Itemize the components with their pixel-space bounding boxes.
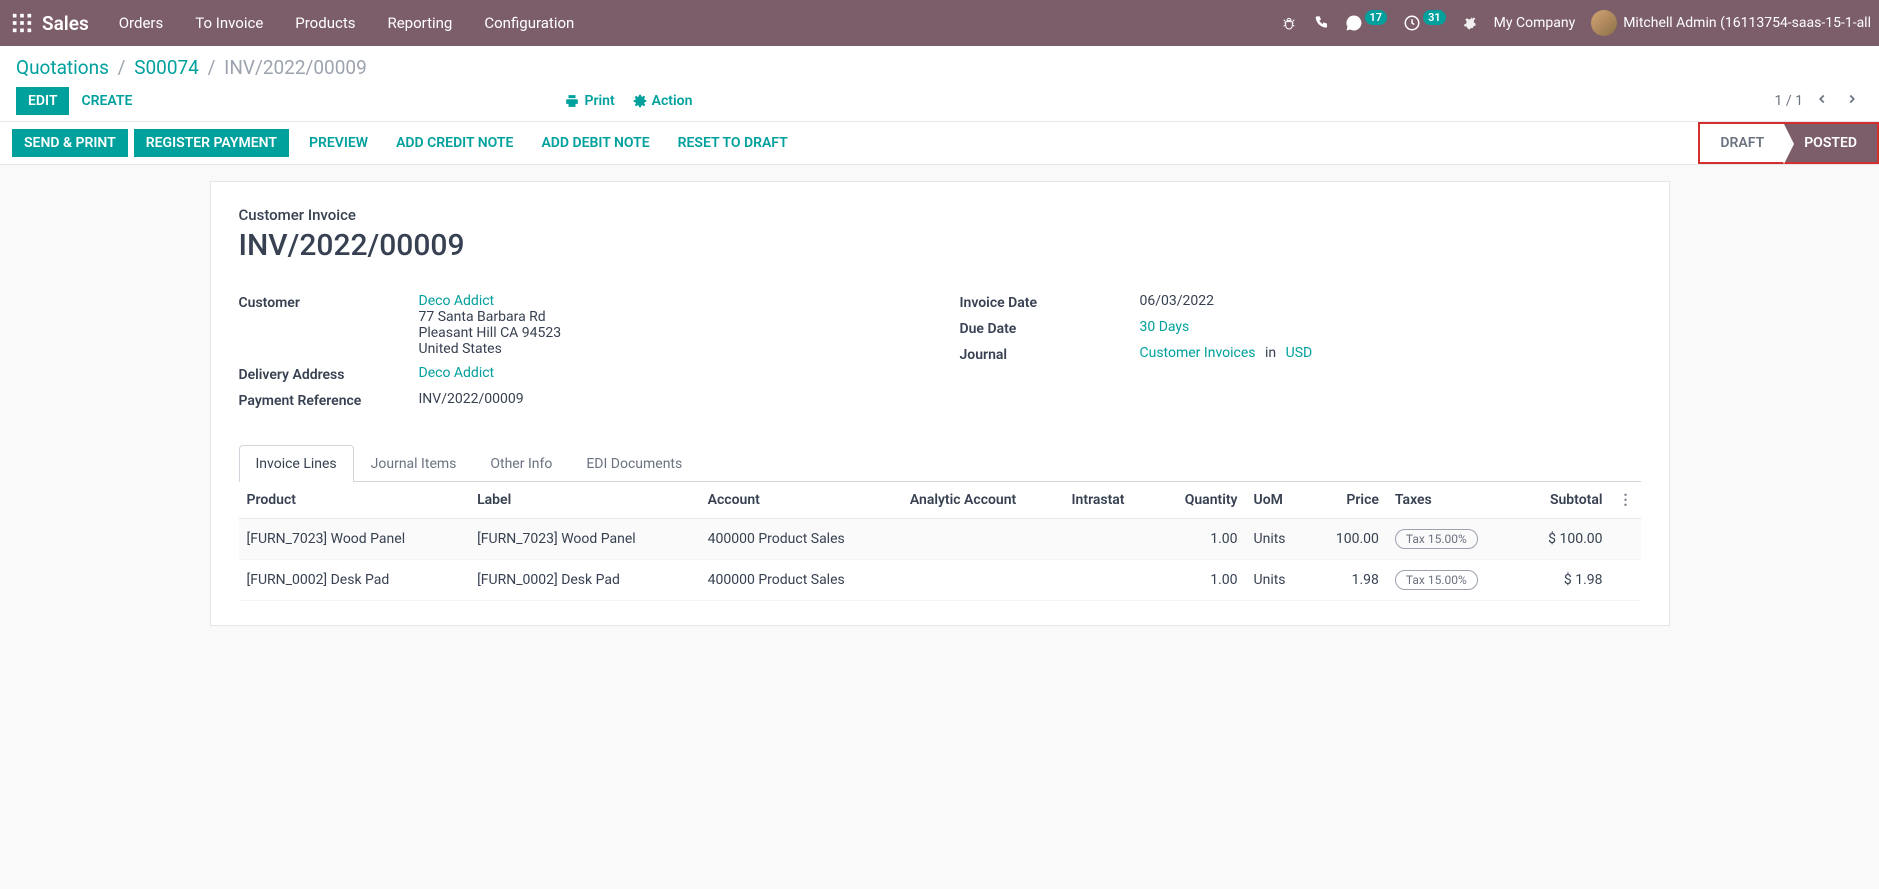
statusbar: SEND & PRINT REGISTER PAYMENT PREVIEW AD… bbox=[0, 121, 1879, 165]
create-button[interactable]: CREATE bbox=[69, 87, 144, 115]
address-line3: United States bbox=[419, 341, 920, 357]
breadcrumb-quotations[interactable]: Quotations bbox=[16, 56, 109, 79]
control-panel: Quotations / S00074 / INV/2022/00009 EDI… bbox=[0, 46, 1879, 121]
col-account[interactable]: Account bbox=[700, 482, 902, 519]
top-navbar: Sales Orders To Invoice Products Reporti… bbox=[0, 0, 1879, 46]
document-type-label: Customer Invoice bbox=[239, 206, 1641, 224]
address-line2: Pleasant Hill CA 94523 bbox=[419, 325, 920, 341]
due-date-label: Due Date bbox=[960, 319, 1140, 337]
col-price[interactable]: Price bbox=[1309, 482, 1387, 519]
currency-link[interactable]: USD bbox=[1286, 345, 1313, 361]
address-line1: 77 Santa Barbara Rd bbox=[419, 309, 920, 325]
apps-menu-icon[interactable] bbox=[8, 9, 36, 37]
state-draft[interactable]: DRAFT bbox=[1700, 124, 1784, 162]
action-dropdown[interactable]: Action bbox=[633, 93, 693, 109]
register-payment-button[interactable]: REGISTER PAYMENT bbox=[134, 129, 289, 157]
edit-button[interactable]: EDIT bbox=[16, 87, 69, 115]
tab-edi-documents[interactable]: EDI Documents bbox=[569, 445, 699, 482]
avatar bbox=[1591, 10, 1617, 36]
col-quantity[interactable]: Quantity bbox=[1155, 482, 1246, 519]
col-uom[interactable]: UoM bbox=[1246, 482, 1309, 519]
breadcrumb-current: INV/2022/00009 bbox=[224, 56, 367, 79]
pager-next[interactable] bbox=[1841, 88, 1863, 114]
messages-badge: 17 bbox=[1365, 10, 1388, 25]
user-menu[interactable]: Mitchell Admin (16113754-saas-15-1-all bbox=[1591, 10, 1871, 36]
tab-other-info[interactable]: Other Info bbox=[473, 445, 569, 482]
journal-in: in bbox=[1265, 345, 1276, 361]
table-row[interactable]: [FURN_0002] Desk Pad [FURN_0002] Desk Pa… bbox=[239, 560, 1641, 601]
nav-menu-configuration[interactable]: Configuration bbox=[484, 14, 574, 32]
breadcrumb: Quotations / S00074 / INV/2022/00009 bbox=[16, 56, 1863, 79]
pager-prev[interactable] bbox=[1811, 88, 1833, 114]
due-date-link[interactable]: 30 Days bbox=[1140, 319, 1190, 335]
send-and-print-button[interactable]: SEND & PRINT bbox=[12, 129, 128, 157]
customer-label: Customer bbox=[239, 293, 419, 311]
nav-menu-to-invoice[interactable]: To Invoice bbox=[195, 14, 263, 32]
tab-journal-items[interactable]: Journal Items bbox=[354, 445, 474, 482]
gear-icon bbox=[633, 94, 647, 108]
add-credit-note-button[interactable]: ADD CREDIT NOTE bbox=[382, 127, 527, 159]
settings-icon[interactable] bbox=[1462, 15, 1478, 31]
status-states: DRAFT POSTED bbox=[1698, 122, 1879, 164]
print-icon bbox=[565, 94, 579, 108]
invoice-date-label: Invoice Date bbox=[960, 293, 1140, 311]
state-posted[interactable]: POSTED bbox=[1784, 124, 1877, 162]
delivery-address-label: Delivery Address bbox=[239, 365, 419, 383]
nav-menu-products[interactable]: Products bbox=[295, 14, 355, 32]
activities-badge: 31 bbox=[1423, 10, 1446, 25]
nav-menu: Orders To Invoice Products Reporting Con… bbox=[119, 14, 575, 32]
preview-button[interactable]: PREVIEW bbox=[295, 127, 382, 159]
add-debit-note-button[interactable]: ADD DEBIT NOTE bbox=[527, 127, 663, 159]
pager-range[interactable]: 1 / 1 bbox=[1775, 93, 1803, 109]
delivery-address-link[interactable]: Deco Addict bbox=[419, 365, 495, 381]
invoice-lines-table: Product Label Account Analytic Account I… bbox=[239, 482, 1641, 601]
tab-invoice-lines[interactable]: Invoice Lines bbox=[239, 445, 354, 482]
tax-pill: Tax 15.00% bbox=[1395, 529, 1478, 549]
col-label[interactable]: Label bbox=[469, 482, 700, 519]
company-selector[interactable]: My Company bbox=[1494, 15, 1576, 31]
col-product[interactable]: Product bbox=[239, 482, 470, 519]
phone-icon[interactable] bbox=[1313, 15, 1329, 31]
user-name: Mitchell Admin (16113754-saas-15-1-all bbox=[1623, 15, 1871, 31]
col-subtotal[interactable]: Subtotal bbox=[1518, 482, 1611, 519]
journal-label: Journal bbox=[960, 345, 1140, 363]
col-intrastat[interactable]: Intrastat bbox=[1064, 482, 1155, 519]
print-dropdown[interactable]: Print bbox=[565, 93, 614, 109]
payment-reference-value: INV/2022/00009 bbox=[419, 391, 920, 407]
table-row[interactable]: [FURN_7023] Wood Panel [FURN_7023] Wood … bbox=[239, 519, 1641, 560]
payment-reference-label: Payment Reference bbox=[239, 391, 419, 409]
form-sheet: Customer Invoice INV/2022/00009 Customer… bbox=[210, 181, 1670, 626]
journal-link[interactable]: Customer Invoices bbox=[1140, 345, 1256, 361]
col-analytic[interactable]: Analytic Account bbox=[902, 482, 1064, 519]
nav-menu-reporting[interactable]: Reporting bbox=[387, 14, 452, 32]
tax-pill: Tax 15.00% bbox=[1395, 570, 1478, 590]
form-tabs: Invoice Lines Journal Items Other Info E… bbox=[239, 445, 1641, 482]
col-taxes[interactable]: Taxes bbox=[1387, 482, 1518, 519]
messages-icon[interactable]: 17 bbox=[1345, 14, 1388, 32]
reset-to-draft-button[interactable]: RESET TO DRAFT bbox=[664, 127, 802, 159]
invoice-date-value: 06/03/2022 bbox=[1140, 293, 1641, 309]
nav-menu-orders[interactable]: Orders bbox=[119, 14, 164, 32]
table-options-icon[interactable]: ⋮ bbox=[1611, 482, 1641, 519]
document-title: INV/2022/00009 bbox=[239, 228, 1641, 263]
bug-icon[interactable] bbox=[1281, 15, 1297, 31]
app-title[interactable]: Sales bbox=[42, 12, 89, 35]
breadcrumb-order[interactable]: S00074 bbox=[134, 56, 199, 79]
customer-link[interactable]: Deco Addict bbox=[419, 293, 495, 309]
activities-icon[interactable]: 31 bbox=[1403, 14, 1446, 32]
